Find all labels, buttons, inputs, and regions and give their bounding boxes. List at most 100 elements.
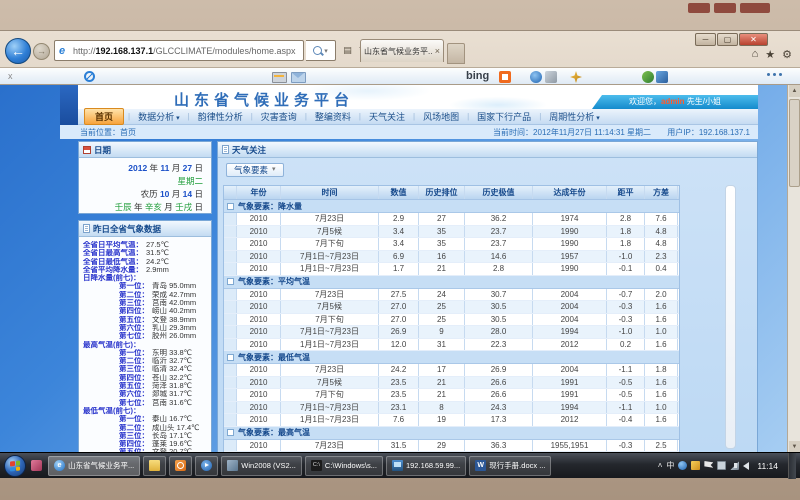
compatibility-view-button[interactable]: ▤ — [340, 42, 355, 59]
wallet-icon[interactable] — [272, 72, 287, 83]
camera-icon[interactable] — [545, 71, 557, 83]
taskbar-button-ie[interactable]: e 山东省气候业务平... — [48, 456, 140, 476]
maximize-button[interactable]: ▢ — [717, 33, 738, 46]
new-tab-button[interactable] — [447, 43, 465, 64]
nav-item-2[interactable]: 数据分析▾ — [130, 110, 188, 123]
taskbar-button-remote[interactable]: 192.168.59.99... — [386, 456, 466, 476]
table-row[interactable]: 20107月下旬23.52126.61991-0.51.6 — [224, 389, 679, 402]
bing-logo[interactable]: bing — [466, 70, 489, 82]
bing-app-icon[interactable] — [499, 71, 511, 83]
nav-item-6[interactable]: 天气关注 — [361, 110, 413, 123]
address-bar[interactable]: e http://192.168.137.1/GLCCLIMATE/module… — [54, 40, 304, 61]
blocked-icon[interactable] — [84, 71, 95, 82]
table-group-row[interactable]: 气象要素：平均气温 — [224, 276, 679, 289]
taskbar-clock[interactable]: 11:14 — [757, 461, 778, 471]
weather-section-label: 日降水量(前七)： — [83, 274, 209, 282]
messenger-icon[interactable] — [530, 71, 542, 83]
table-group-row[interactable]: 气象要素：最低气温 — [224, 351, 679, 364]
nav-item-8[interactable]: 国家下行产品 — [469, 110, 539, 123]
home-icon[interactable]: ⌂ — [752, 48, 759, 61]
taskbar-button-cmd[interactable]: C:\C:\Windows\s... — [305, 456, 383, 476]
back-button[interactable]: ← — [5, 38, 31, 64]
table-row[interactable]: 20107月23日24.21726.92004-1.11.8 — [224, 364, 679, 377]
element-selector-button[interactable]: 气象要素 ▾ — [226, 163, 284, 177]
nav-item-5[interactable]: 整编资料 — [307, 110, 359, 123]
action-center-flag-icon[interactable] — [704, 461, 713, 470]
table-row[interactable]: 20107月1日~7月23日26.9928.01994-1.01.0 — [224, 326, 679, 339]
taskbar-button-media[interactable] — [195, 456, 218, 476]
table-cell: 17 — [419, 364, 465, 376]
table-row[interactable]: 20107月1日~7月23日6.91614.61957-1.02.3 — [224, 251, 679, 264]
table-row[interactable]: 20107月23日27.52430.72004-0.72.0 — [224, 289, 679, 302]
tab-close-icon[interactable]: × — [435, 47, 440, 56]
table-cell: 2010 — [237, 402, 281, 414]
page-viewport: 山东省气候业务平台 欢迎您，admin 先生/小姐 首页|数据分析▾|韵律性分析… — [0, 85, 787, 453]
table-row[interactable]: 20107月5候3.43523.719901.84.8 — [224, 226, 679, 239]
welcome-banner: 欢迎您，admin 先生/小姐 — [592, 95, 758, 109]
nav-item-7[interactable]: 风场地图 — [415, 110, 467, 123]
nav-item-4[interactable]: 灾害查询 — [253, 110, 305, 123]
table-row[interactable]: 20107月5候23.52126.61991-0.51.6 — [224, 377, 679, 390]
favorites-star-icon[interactable]: ★ — [765, 48, 775, 61]
taskbar-button-explorer[interactable] — [143, 456, 166, 476]
panel-scrollbar[interactable] — [725, 185, 736, 449]
update-icon[interactable] — [678, 461, 687, 470]
browser-tab[interactable]: 山东省气候业务平... × — [360, 39, 444, 62]
puzzle-icon[interactable] — [656, 71, 668, 83]
taskbar-button-pinned2[interactable] — [169, 456, 192, 476]
table-row[interactable]: 20107月5候27.02530.52004-0.31.6 — [224, 301, 679, 314]
chevron-down-icon: ▾ — [596, 115, 600, 122]
start-button[interactable] — [4, 455, 26, 477]
table-row[interactable]: 20107月下旬27.02530.52004-0.31.6 — [224, 314, 679, 327]
calendar-line: 星期二 — [83, 175, 203, 188]
table-row[interactable]: 20107月下旬3.43523.719901.84.8 — [224, 238, 679, 251]
mail-icon[interactable] — [291, 72, 306, 83]
table-row[interactable]: 20107月23日2.92736.219742.87.6 — [224, 213, 679, 226]
table-row[interactable]: 20101月1日~7月23日12.03122.320120.21.6 — [224, 339, 679, 352]
weather-stat-row: 第四位：蓬莱 19.6℃ — [83, 440, 209, 448]
expander-icon[interactable] — [227, 278, 234, 285]
column-header: 历史排位 — [419, 186, 465, 199]
scroll-up-icon[interactable]: ▲ — [789, 85, 800, 97]
nav-item-3[interactable]: 韵律性分析 — [190, 110, 251, 123]
table-cell: 1.6 — [645, 389, 678, 401]
expander-icon[interactable] — [227, 429, 234, 436]
table-cell: 7月下旬 — [281, 238, 379, 250]
display-icon[interactable] — [717, 461, 726, 470]
sparkle-icon[interactable] — [570, 71, 582, 83]
toolbar-overflow-dots[interactable] — [767, 73, 782, 76]
nav-item-1[interactable]: 首页 — [84, 108, 124, 125]
table-row[interactable]: 20107月23日31.52936.31955,1951-0.32.5 — [224, 440, 679, 453]
settings-gear-icon[interactable]: ⚙ — [782, 48, 792, 61]
expander-icon[interactable] — [227, 203, 234, 210]
table-row[interactable]: 20101月1日~7月23日1.7212.81990-0.10.4 — [224, 263, 679, 276]
security-icon[interactable] — [691, 461, 700, 470]
taskbar-button-label: Win2008 (VS2... — [241, 461, 296, 470]
table-cell: 24.3 — [465, 402, 533, 414]
minimize-button[interactable]: ─ — [695, 33, 716, 46]
taskbar-button-word[interactable]: W现行手册.docx ... — [469, 456, 551, 476]
scrollbar-thumb[interactable] — [789, 99, 800, 187]
search-button[interactable]: ▾ — [306, 40, 336, 61]
close-toolbar-icon[interactable]: x — [8, 71, 13, 81]
table-group-row[interactable]: 气象要素：最高气温 — [224, 427, 679, 440]
table-cell — [224, 402, 237, 414]
ime-language-indicator[interactable]: 中 — [666, 460, 674, 471]
table-group-row[interactable]: 气象要素：降水量 — [224, 200, 679, 213]
show-hidden-icons[interactable]: ˄ — [658, 461, 663, 470]
close-button[interactable]: ✕ — [739, 33, 768, 46]
pinned-app-icon[interactable] — [31, 460, 42, 471]
forward-button[interactable]: → — [33, 43, 50, 60]
people-icon[interactable] — [642, 71, 654, 83]
table-row[interactable]: 20107月1日~7月23日23.1824.31994-1.11.0 — [224, 402, 679, 415]
volume-icon[interactable] — [743, 462, 749, 470]
show-desktop-button[interactable] — [788, 453, 796, 479]
table-cell: 1994 — [533, 326, 607, 338]
expander-icon[interactable] — [227, 354, 234, 361]
calendar-panel-title: 日期 — [94, 144, 111, 156]
taskbar-button-win[interactable]: Win2008 (VS2... — [221, 456, 302, 476]
table-row[interactable]: 20101月1日~7月23日7.61917.32012-0.41.6 — [224, 414, 679, 427]
window-scrollbar[interactable]: ▲ ▼ — [787, 85, 800, 453]
page-favicon-icon: e — [59, 46, 69, 56]
nav-item-9[interactable]: 周期性分析▾ — [541, 110, 608, 123]
